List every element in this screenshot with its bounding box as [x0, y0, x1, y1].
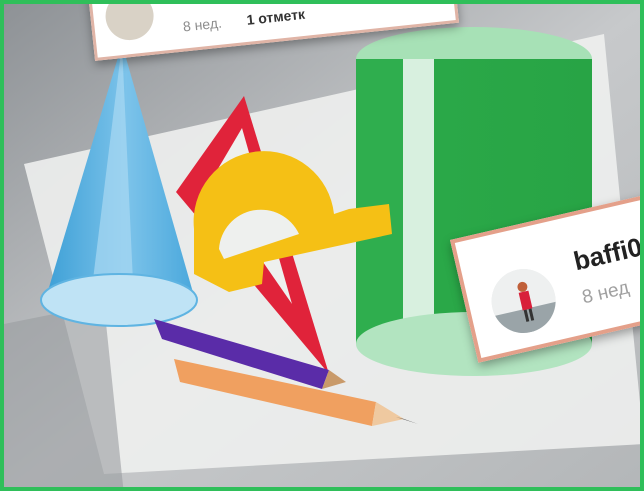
post-time: 8 нед. — [182, 14, 223, 35]
cone-base — [40, 273, 198, 327]
likes-count[interactable]: 1 отметк — [246, 6, 306, 28]
table-shadow — [4, 304, 124, 487]
avatar — [485, 262, 562, 340]
avatar-photo — [485, 262, 562, 340]
post-time: 8 нед — [580, 277, 632, 309]
photo-frame: 8 нед. 1 отметк baffi0 8 нед — [0, 0, 644, 491]
username[interactable]: baffi0 — [571, 231, 640, 277]
avatar — [103, 4, 156, 43]
